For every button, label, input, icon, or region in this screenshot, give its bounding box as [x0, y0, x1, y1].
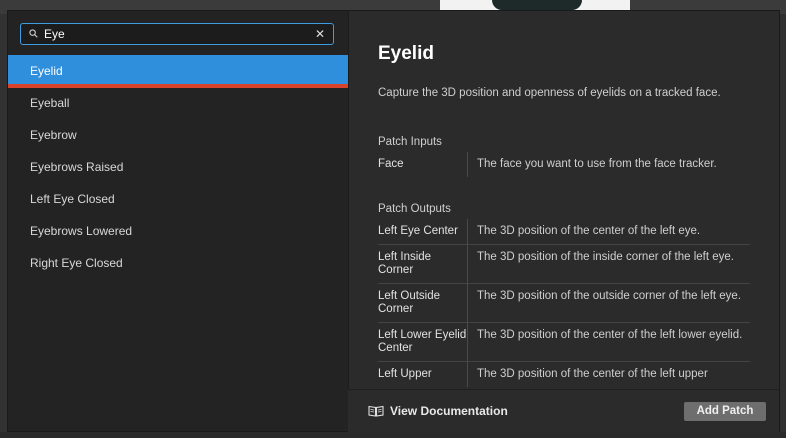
patch-description: Capture the 3D position and openness of … — [378, 87, 721, 99]
close-icon[interactable]: ✕ — [313, 27, 327, 41]
background-preview — [440, 0, 630, 10]
io-description: The face you want to use from the face t… — [477, 158, 717, 170]
io-name: Left Lower Eyelid Center — [378, 323, 468, 361]
io-description: The 3D position of the inside corner of … — [477, 251, 734, 263]
result-item[interactable]: Eyebrow — [8, 119, 348, 151]
io-row: Left Outside Corner The 3D position of th… — [378, 284, 750, 323]
io-name: Left Upper — [378, 362, 468, 387]
result-item[interactable]: Left Eye Closed — [8, 183, 348, 215]
result-item[interactable]: Right Eye Closed — [8, 247, 348, 279]
io-description: The 3D position of the outside corner of… — [477, 290, 742, 302]
inputs-heading: Patch Inputs — [378, 136, 442, 148]
io-description: The 3D position of the center of the lef… — [477, 225, 701, 237]
search-icon — [29, 29, 38, 38]
search-input[interactable] — [44, 26, 304, 42]
io-description: The 3D position of the center of the lef… — [477, 368, 708, 380]
add-patch-button[interactable]: Add Patch — [684, 402, 766, 421]
book-icon — [368, 405, 384, 417]
detail-pane: Eyelid Capture the 3D position and openn… — [348, 11, 779, 389]
inputs-table: Face The face you want to use from the fa… — [378, 152, 750, 177]
io-name: Left Eye Center — [378, 219, 468, 244]
dialog-footer: View Documentation Add Patch — [348, 389, 779, 432]
io-row: Left Inside Corner The 3D position of the… — [378, 245, 750, 284]
io-row: Left Lower Eyelid Center The 3D position … — [378, 323, 750, 362]
background-left-edge — [0, 14, 7, 438]
io-row: Left Upper The 3D position of the center … — [378, 362, 750, 387]
result-item[interactable]: Eyelid — [8, 55, 348, 88]
io-name: Face — [378, 152, 468, 177]
io-description: The 3D position of the center of the lef… — [477, 329, 743, 341]
search-box[interactable]: ✕ — [20, 23, 334, 45]
background-right-edge — [780, 14, 786, 438]
result-item[interactable]: Eyebrows Lowered — [8, 215, 348, 247]
result-item[interactable]: Eyebrows Raised — [8, 151, 348, 183]
io-name: Left Inside Corner — [378, 245, 468, 283]
patch-picker-dialog: ✕ EyelidEyeballEyebrowEyebrows RaisedLef… — [7, 10, 780, 432]
result-item[interactable]: Eyeball — [8, 87, 348, 119]
io-name: Left Outside Corner — [378, 284, 468, 322]
io-row: Left Eye Center The 3D position of the ce… — [378, 219, 750, 245]
outputs-table: Left Eye Center The 3D position of the ce… — [378, 219, 750, 387]
outputs-heading: Patch Outputs — [378, 203, 451, 215]
patch-title: Eyelid — [378, 43, 434, 64]
io-row: Face The face you want to use from the fa… — [378, 152, 750, 177]
view-documentation-label: View Documentation — [390, 404, 508, 418]
background-bottom — [0, 432, 786, 438]
view-documentation-link[interactable]: View Documentation — [368, 404, 508, 418]
results-pane: ✕ EyelidEyeballEyebrowEyebrows RaisedLef… — [8, 11, 349, 431]
results-list: Eyelid Eyeball Eyebrow Eyebrows Raised Left … — [8, 55, 348, 279]
